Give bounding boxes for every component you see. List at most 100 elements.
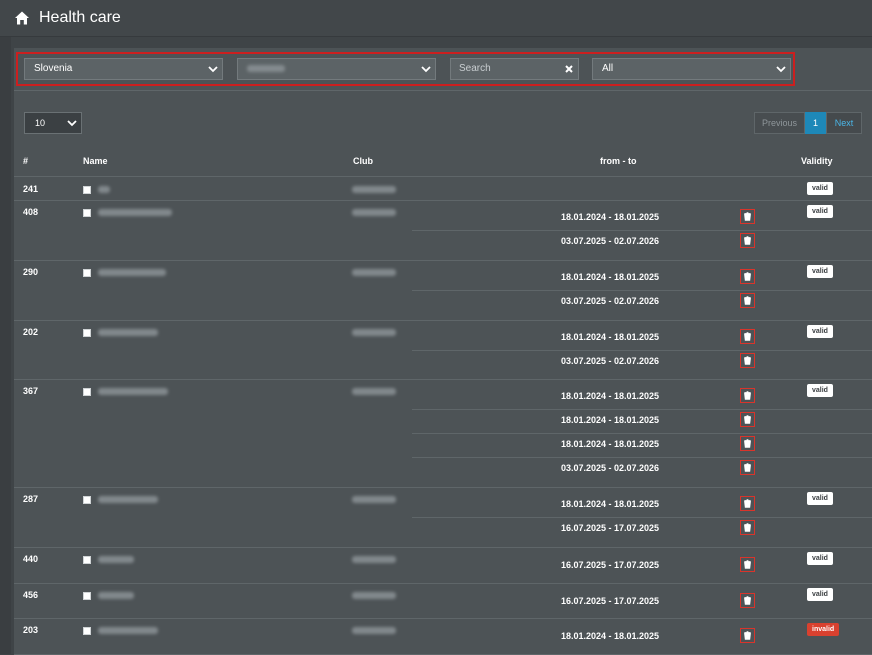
row-name-redacted (98, 209, 172, 216)
validity-badge: valid (807, 325, 833, 338)
delete-icon[interactable] (740, 209, 755, 224)
chevron-down-icon (421, 66, 431, 73)
row-name-redacted (98, 556, 134, 563)
row-date-range: 03.07.2025 - 02.07.2026 (560, 356, 660, 366)
content-panel: Slovenia Search All 10 Previous 1 Next #… (14, 48, 872, 655)
row-date-range: 18.01.2024 - 18.01.2025 (560, 415, 660, 425)
row-checkbox[interactable] (83, 269, 91, 277)
delete-icon[interactable] (740, 412, 755, 427)
row-checkbox[interactable] (83, 592, 91, 600)
row-club-redacted (352, 592, 396, 599)
filter-bar: Slovenia Search All (14, 48, 872, 91)
country-select[interactable]: Slovenia (24, 58, 223, 80)
delete-icon[interactable] (740, 628, 755, 643)
chevron-down-icon (208, 66, 218, 73)
validity-select[interactable]: All (592, 58, 791, 80)
row-name-redacted (98, 388, 168, 395)
table-row: 367 18.01.2024 - 18.01.2025 18.01.2024 - 1… (14, 379, 872, 488)
row-name-redacted (98, 627, 158, 634)
validity-badge: valid (807, 205, 833, 218)
previous-page-button[interactable]: Previous (754, 112, 805, 134)
row-club-redacted (352, 556, 396, 563)
country-select-value: Slovenia (34, 63, 73, 74)
delete-icon[interactable] (740, 557, 755, 572)
row-id: 202 (23, 327, 39, 337)
row-checkbox[interactable] (83, 496, 91, 504)
row-date-range: 03.07.2025 - 02.07.2026 (560, 463, 660, 473)
delete-icon[interactable] (740, 388, 755, 403)
row-date-range: 18.01.2024 - 18.01.2025 (560, 272, 660, 282)
delete-icon[interactable] (740, 233, 755, 248)
row-date-range: 16.07.2025 - 17.07.2025 (560, 523, 660, 533)
date-divider (412, 230, 872, 231)
row-date-range: 16.07.2025 - 17.07.2025 (560, 560, 660, 570)
row-checkbox[interactable] (83, 329, 91, 337)
column-validity[interactable]: Validity (801, 156, 833, 166)
delete-icon[interactable] (740, 520, 755, 535)
top-bar: Health care (0, 0, 872, 37)
table-row: 408 18.01.2024 - 18.01.2025 03.07.2025 - 0… (14, 200, 872, 261)
clear-search-icon[interactable] (564, 64, 574, 74)
page-title: Health care (39, 9, 121, 26)
row-checkbox[interactable] (83, 556, 91, 564)
row-id: 203 (23, 625, 39, 635)
delete-icon[interactable] (740, 460, 755, 475)
validity-badge: valid (807, 552, 833, 565)
page-length-select[interactable]: 10 (24, 112, 82, 134)
pagination: Previous 1 Next (754, 112, 862, 134)
delete-icon[interactable] (740, 436, 755, 451)
row-name-redacted (98, 592, 134, 599)
table-row: 203 18.01.2024 - 18.01.2025 invalid (14, 618, 872, 655)
row-checkbox[interactable] (83, 627, 91, 635)
delete-icon[interactable] (740, 269, 755, 284)
row-date-range: 18.01.2024 - 18.01.2025 (560, 631, 660, 641)
column-id[interactable]: # (23, 156, 28, 166)
date-divider (412, 350, 872, 351)
row-id: 287 (23, 494, 39, 504)
table-row: 290 18.01.2024 - 18.01.2025 03.07.2025 - 0… (14, 260, 872, 321)
row-date-range: 18.01.2024 - 18.01.2025 (560, 499, 660, 509)
delete-icon[interactable] (740, 353, 755, 368)
delete-icon[interactable] (740, 593, 755, 608)
row-date-range: 18.01.2024 - 18.01.2025 (560, 391, 660, 401)
table-row: 456 16.07.2025 - 17.07.2025 valid (14, 583, 872, 619)
validity-badge: valid (807, 265, 833, 278)
row-id: 367 (23, 386, 39, 396)
column-club[interactable]: Club (353, 156, 373, 166)
row-id: 440 (23, 554, 39, 564)
row-checkbox[interactable] (83, 209, 91, 217)
table-row: 440 16.07.2025 - 17.07.2025 valid (14, 547, 872, 584)
row-id: 456 (23, 590, 39, 600)
home-icon[interactable] (14, 10, 30, 26)
row-club-redacted (352, 269, 396, 276)
table-row: 241 valid (14, 177, 872, 201)
club-select[interactable] (237, 58, 436, 80)
row-checkbox[interactable] (83, 186, 91, 194)
delete-icon[interactable] (740, 329, 755, 344)
search-input[interactable]: Search (450, 58, 579, 80)
chevron-down-icon (67, 120, 77, 127)
column-from-to[interactable]: from - to (600, 156, 637, 166)
date-divider (412, 457, 872, 458)
row-club-redacted (352, 329, 396, 336)
date-divider (412, 409, 872, 410)
column-name[interactable]: Name (83, 156, 108, 166)
row-name-redacted (98, 329, 158, 336)
validity-select-value: All (602, 63, 614, 74)
delete-icon[interactable] (740, 496, 755, 511)
row-club-redacted (352, 388, 396, 395)
table-header: # Name Club from - to Validity (14, 156, 872, 177)
row-name-redacted (98, 269, 166, 276)
delete-icon[interactable] (740, 293, 755, 308)
next-page-button[interactable]: Next (826, 112, 862, 134)
row-date-range: 03.07.2025 - 02.07.2026 (560, 236, 660, 246)
row-checkbox[interactable] (83, 388, 91, 396)
row-date-range: 16.07.2025 - 17.07.2025 (560, 596, 660, 606)
page-length-value: 10 (35, 118, 46, 128)
sidebar-edge (0, 37, 11, 654)
page-1-button[interactable]: 1 (805, 112, 826, 134)
date-divider (412, 290, 872, 291)
row-club-redacted (352, 627, 396, 634)
club-select-redacted-value (247, 64, 285, 72)
validity-badge: valid (807, 588, 833, 601)
